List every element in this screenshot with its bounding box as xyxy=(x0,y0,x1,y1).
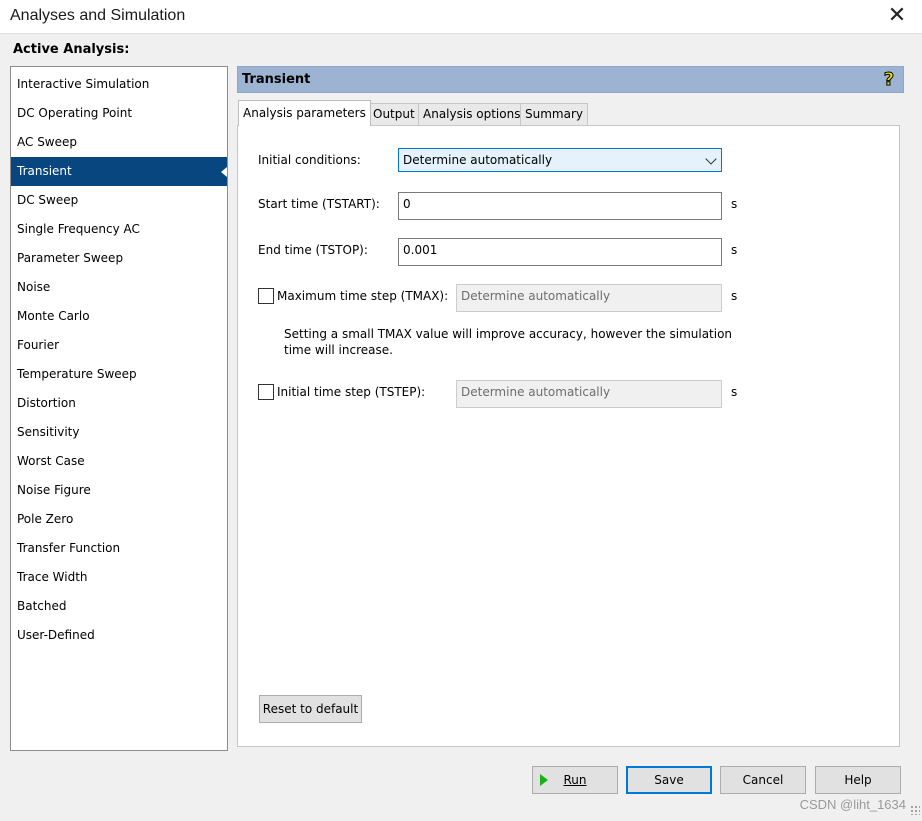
tmax-checkbox[interactable] xyxy=(258,288,274,304)
run-button[interactable]: Run xyxy=(532,766,618,794)
close-icon[interactable]: ✕ xyxy=(884,4,910,28)
analysis-item-worst-case[interactable]: Worst Case xyxy=(11,447,227,476)
analysis-item-noise-figure[interactable]: Noise Figure xyxy=(11,476,227,505)
tmax-input: Determine automatically xyxy=(456,284,722,312)
analysis-item-transient[interactable]: Transient xyxy=(11,157,227,186)
analysis-header: Transient ? xyxy=(237,66,904,93)
tmax-label: Maximum time step (TMAX): xyxy=(277,289,449,303)
analysis-item-trace-width[interactable]: Trace Width xyxy=(11,563,227,592)
analysis-item-sensitivity[interactable]: Sensitivity xyxy=(11,418,227,447)
tstep-checkbox[interactable] xyxy=(258,384,274,400)
tab-output[interactable]: Output xyxy=(368,103,420,125)
analysis-item-transfer-function[interactable]: Transfer Function xyxy=(11,534,227,563)
tstep-label: Initial time step (TSTEP): xyxy=(277,385,426,399)
tstep-unit: s xyxy=(731,385,738,399)
analysis-item-fourier[interactable]: Fourier xyxy=(11,331,227,360)
chevron-down-icon xyxy=(705,153,717,165)
tmax-note-line1: Setting a small TMAX value will improve … xyxy=(284,327,733,341)
analysis-item-batched[interactable]: Batched xyxy=(11,592,227,621)
active-analysis-label: Active Analysis: xyxy=(13,42,130,57)
start-time-input[interactable]: 0 xyxy=(398,192,722,220)
analysis-item-distortion[interactable]: Distortion xyxy=(11,389,227,418)
tstep-input: Determine automatically xyxy=(456,380,722,408)
analysis-item-user-defined[interactable]: User-Defined xyxy=(11,621,227,650)
save-button[interactable]: Save xyxy=(626,766,712,794)
analysis-item-temperature-sweep[interactable]: Temperature Sweep xyxy=(11,360,227,389)
initial-conditions-value: Determine automatically xyxy=(403,153,553,167)
tmax-note-line2: time will increase. xyxy=(284,343,393,357)
start-time-unit: s xyxy=(731,197,738,211)
end-time-unit: s xyxy=(731,243,738,257)
tab-analysis-parameters[interactable]: Analysis parameters xyxy=(238,100,371,126)
analysis-item-dc-operating-point[interactable]: DC Operating Point xyxy=(11,99,227,128)
cancel-button[interactable]: Cancel xyxy=(720,766,806,794)
reset-to-default-button[interactable]: Reset to default xyxy=(259,695,362,723)
initial-conditions-dropdown[interactable]: Determine automatically xyxy=(398,148,722,172)
tmax-unit: s xyxy=(731,289,738,303)
start-time-label: Start time (TSTART): xyxy=(258,197,380,211)
initial-conditions-label: Initial conditions: xyxy=(258,153,361,167)
play-icon xyxy=(540,774,548,786)
title-bar: Analyses and Simulation ✕ xyxy=(0,0,922,34)
analysis-item-single-frequency-ac[interactable]: Single Frequency AC xyxy=(11,215,227,244)
resize-grip-icon[interactable] xyxy=(910,805,920,815)
analysis-item-ac-sweep[interactable]: AC Sweep xyxy=(11,128,227,157)
analysis-list[interactable]: Interactive Simulation DC Operating Point… xyxy=(10,66,228,751)
window-title: Analyses and Simulation xyxy=(10,7,186,24)
analysis-item-parameter-sweep[interactable]: Parameter Sweep xyxy=(11,244,227,273)
analysis-item-noise[interactable]: Noise xyxy=(11,273,227,302)
help-button[interactable]: Help xyxy=(815,766,901,794)
end-time-label: End time (TSTOP): xyxy=(258,243,368,257)
analysis-item-pole-zero[interactable]: Pole Zero xyxy=(11,505,227,534)
analysis-item-monte-carlo[interactable]: Monte Carlo xyxy=(11,302,227,331)
tab-analysis-options[interactable]: Analysis options xyxy=(418,103,526,125)
analysis-header-title: Transient xyxy=(242,72,311,87)
help-icon[interactable]: ? xyxy=(881,69,897,91)
analysis-item-interactive-simulation[interactable]: Interactive Simulation xyxy=(11,70,227,99)
run-button-label: Run xyxy=(563,773,587,787)
tab-summary[interactable]: Summary xyxy=(520,103,588,125)
end-time-input[interactable]: 0.001 xyxy=(398,238,722,266)
analysis-item-dc-sweep[interactable]: DC Sweep xyxy=(11,186,227,215)
watermark: CSDN @liht_1634 xyxy=(799,797,906,812)
